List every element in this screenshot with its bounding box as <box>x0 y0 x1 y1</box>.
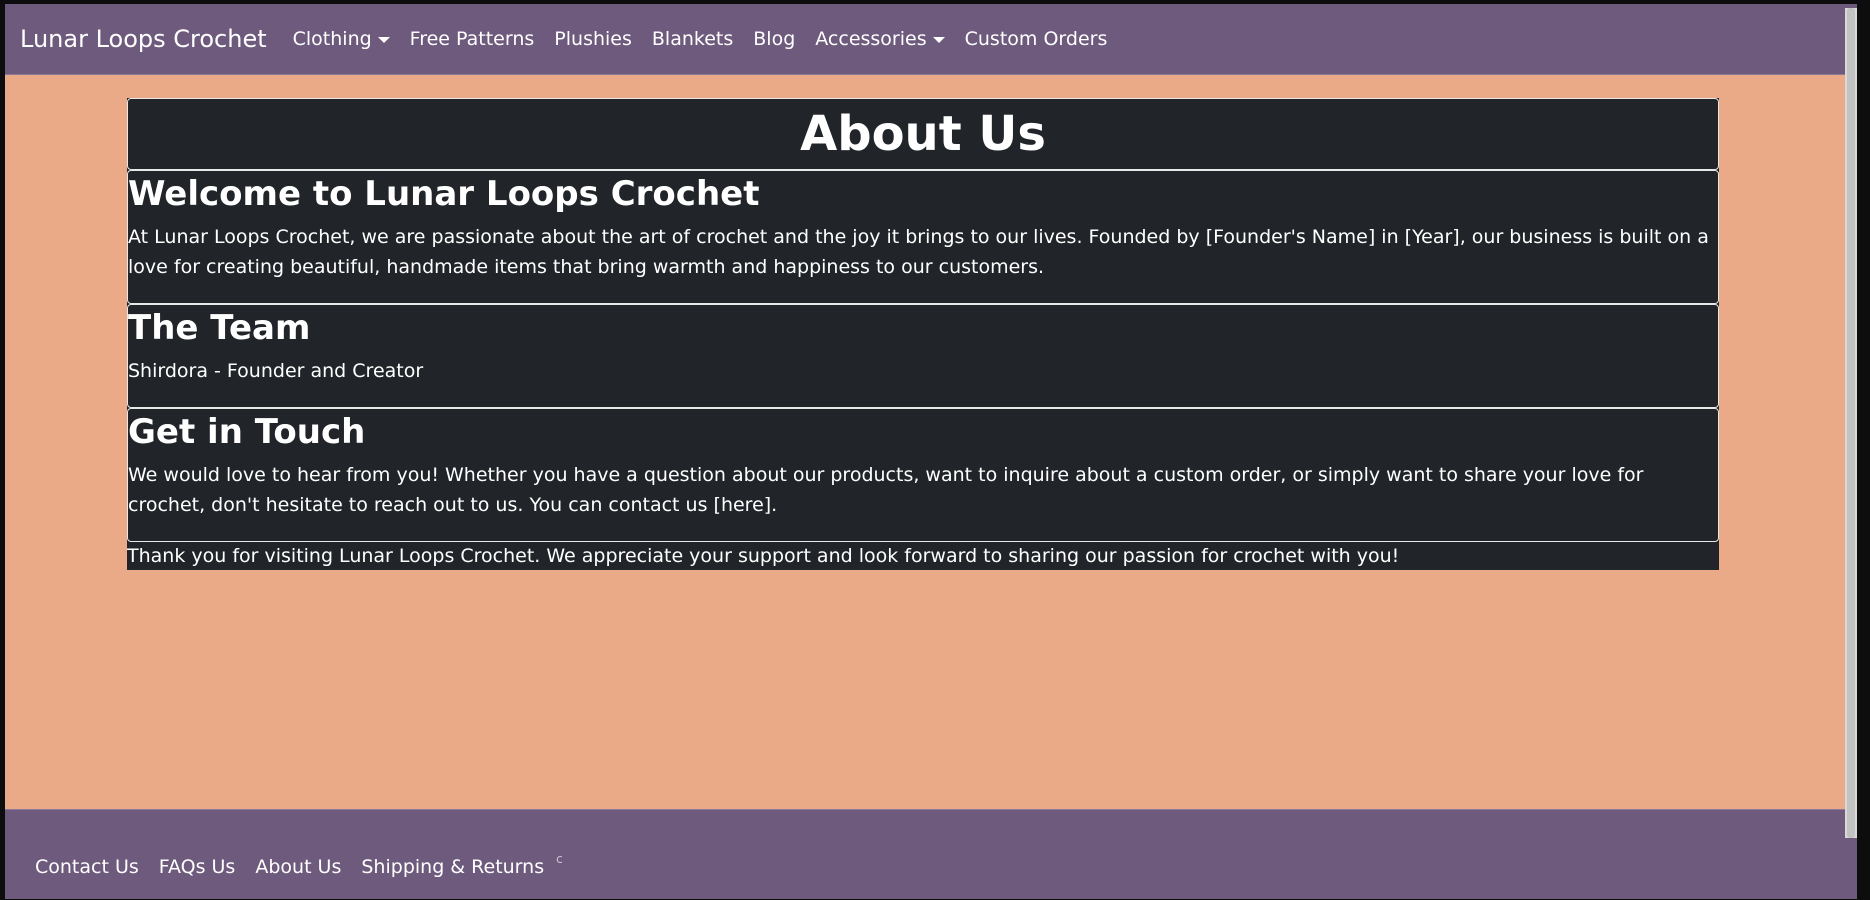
nav-item-label: Clothing <box>292 28 372 50</box>
nav-item-label: Free Patterns <box>409 28 535 50</box>
caret-down-icon <box>932 37 945 43</box>
nav-item-label: Plushies <box>554 28 632 50</box>
vertical-scrollbar[interactable] <box>1845 8 1857 838</box>
welcome-section: Welcome to Lunar Loops Crochet At Lunar … <box>127 170 1719 304</box>
section-heading: The Team <box>128 308 311 348</box>
contact-section: Get in Touch We would love to hear from … <box>127 408 1719 542</box>
scrollbar-thumb[interactable] <box>1847 8 1855 838</box>
page-title: About Us <box>800 106 1046 162</box>
nav-item-blog[interactable]: Blog <box>743 28 805 50</box>
brand-link[interactable]: Lunar Loops Crochet <box>20 25 267 53</box>
footer-link-about-us[interactable]: About Us <box>245 856 351 878</box>
team-section: The Team Shirdora - Founder and Creator <box>127 304 1719 408</box>
about-content: About Us Welcome to Lunar Loops Crochet … <box>127 98 1719 570</box>
nav-item-label: Blankets <box>651 28 734 50</box>
footer-link-contact-us[interactable]: Contact Us <box>25 856 149 878</box>
section-heading: Welcome to Lunar Loops Crochet <box>128 174 760 214</box>
footer-mark: c <box>556 852 563 866</box>
closing-message: Thank you for visiting Lunar Loops Croch… <box>127 545 1400 567</box>
footer-link-shipping-returns[interactable]: Shipping & Returns <box>351 856 554 878</box>
section-text: At Lunar Loops Crochet, we are passionat… <box>128 226 1709 279</box>
nav-item-free-patterns[interactable]: Free Patterns <box>400 28 545 50</box>
caret-down-icon <box>377 37 390 43</box>
nav-item-label: Accessories <box>815 28 927 50</box>
section-heading: Get in Touch <box>128 412 366 452</box>
footer-link-faqs[interactable]: FAQs Us <box>149 856 246 878</box>
nav-item-plushies[interactable]: Plushies <box>544 28 642 50</box>
nav-item-custom-orders[interactable]: Custom Orders <box>955 28 1118 50</box>
nav-item-blankets[interactable]: Blankets <box>642 28 743 50</box>
nav-item-accessories[interactable]: Accessories <box>805 28 954 50</box>
page-viewport: Lunar Loops Crochet Clothing Free Patter… <box>5 4 1857 899</box>
section-text: We would love to hear from you! Whether … <box>128 464 1644 517</box>
title-card: About Us <box>127 98 1719 170</box>
nav-item-label: Blog <box>753 28 796 50</box>
footer: Contact Us FAQs Us About Us Shipping & R… <box>5 809 1857 899</box>
section-text: Shirdora - Founder and Creator <box>128 360 424 383</box>
nav-item-clothing[interactable]: Clothing <box>283 28 400 50</box>
nav-item-label: Custom Orders <box>964 28 1108 50</box>
footer-links: Contact Us FAQs Us About Us Shipping & R… <box>25 852 563 878</box>
top-navbar: Lunar Loops Crochet Clothing Free Patter… <box>5 4 1857 75</box>
